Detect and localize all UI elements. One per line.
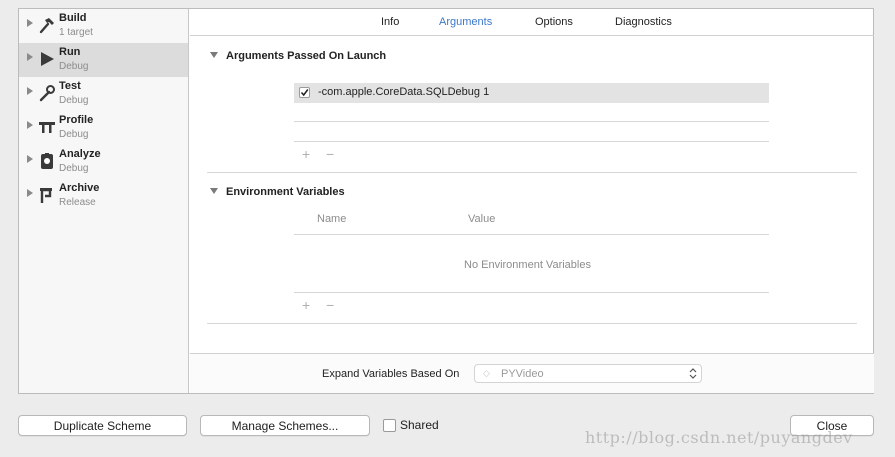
add-variable-button[interactable]: +: [302, 298, 310, 312]
tab-info[interactable]: Info: [381, 16, 399, 28]
sidebar-item-sublabel: Debug: [59, 95, 89, 106]
arguments-section-header[interactable]: Arguments Passed On Launch: [210, 50, 386, 62]
manage-schemes-button[interactable]: Manage Schemes...: [200, 415, 370, 436]
environment-section-title: Environment Variables: [226, 186, 345, 198]
sidebar-item-label: Profile: [59, 114, 94, 126]
sidebar-item-run[interactable]: Run Debug: [19, 43, 188, 77]
sidebar-item-analyze[interactable]: Analyze Debug: [19, 145, 188, 179]
sidebar-item-label: Build: [59, 12, 87, 24]
sidebar-item-sublabel: Debug: [59, 163, 89, 174]
argument-enabled-checkbox[interactable]: [299, 87, 310, 98]
checkmark-icon: [300, 89, 309, 97]
environment-section-header[interactable]: Environment Variables: [210, 186, 345, 198]
disclosure-triangle-icon[interactable]: [27, 87, 33, 95]
sidebar-item-test[interactable]: Test Debug: [19, 77, 188, 111]
sidebar-item-label: Run: [59, 46, 81, 58]
instruments-icon: [38, 116, 56, 138]
tab-options[interactable]: Options: [535, 16, 573, 28]
disclosure-triangle-icon[interactable]: [27, 121, 33, 129]
expand-variables-bar: Expand Variables Based On ◇ PYVideo: [190, 353, 874, 393]
divider: [294, 121, 769, 122]
target-icon: ◇: [483, 368, 490, 378]
scheme-actions-sidebar: Build 1 target Run Debug Test Debug Prof…: [19, 9, 189, 393]
column-header-name: Name: [317, 213, 347, 225]
play-icon: [38, 48, 56, 70]
tab-arguments[interactable]: Arguments: [439, 16, 492, 28]
expand-variables-popup[interactable]: ◇ PYVideo: [474, 364, 702, 383]
expand-variables-value: PYVideo: [501, 368, 544, 380]
disclosure-triangle-icon[interactable]: [210, 52, 218, 58]
sidebar-item-sublabel: 1 target: [59, 27, 93, 38]
disclosure-triangle-icon[interactable]: [27, 53, 33, 61]
disclosure-triangle-icon[interactable]: [27, 155, 33, 163]
disclosure-triangle-icon[interactable]: [210, 188, 218, 194]
scheme-detail-pane: Info Arguments Options Diagnostics Argum…: [190, 9, 874, 393]
disclosure-triangle-icon[interactable]: [27, 189, 33, 197]
divider: [294, 292, 769, 293]
sidebar-item-sublabel: Debug: [59, 129, 89, 140]
column-header-value: Value: [468, 213, 496, 225]
sidebar-item-sublabel: Release: [59, 197, 96, 208]
disclosure-triangle-icon[interactable]: [27, 19, 33, 27]
divider: [294, 141, 769, 142]
argument-value[interactable]: -com.apple.CoreData.SQLDebug 1: [318, 86, 489, 98]
sidebar-item-label: Archive: [59, 182, 100, 194]
archive-icon: [38, 184, 56, 206]
section-divider: [207, 323, 857, 324]
divider: [294, 234, 769, 235]
chevron-updown-icon: [689, 367, 697, 385]
watermark-text: http://blog.csdn.net/puyangdev: [585, 428, 853, 447]
analyze-icon: [38, 150, 56, 172]
scheme-editor-panel: Build 1 target Run Debug Test Debug Prof…: [18, 8, 874, 394]
sidebar-item-sublabel: Debug: [59, 61, 89, 72]
tab-diagnostics[interactable]: Diagnostics: [615, 16, 672, 28]
sidebar-item-build[interactable]: Build 1 target: [19, 9, 188, 43]
sidebar-item-profile[interactable]: Profile Debug: [19, 111, 188, 145]
arguments-section-title: Arguments Passed On Launch: [226, 50, 387, 62]
shared-label: Shared: [400, 418, 439, 432]
expand-variables-label: Expand Variables Based On: [322, 368, 460, 380]
sidebar-item-label: Analyze: [59, 148, 101, 160]
add-argument-button[interactable]: +: [302, 147, 310, 161]
sidebar-item-label: Test: [59, 80, 81, 92]
section-divider: [207, 172, 857, 173]
shared-checkbox[interactable]: [383, 419, 396, 432]
wrench-icon: [38, 82, 56, 104]
tab-bar: Info Arguments Options Diagnostics: [190, 9, 874, 36]
duplicate-scheme-button[interactable]: Duplicate Scheme: [18, 415, 187, 436]
empty-state-text: No Environment Variables: [464, 259, 591, 271]
remove-variable-button[interactable]: −: [326, 298, 334, 312]
hammer-icon: [38, 14, 56, 36]
sidebar-item-archive[interactable]: Archive Release: [19, 179, 188, 213]
remove-argument-button[interactable]: −: [326, 147, 334, 161]
argument-row[interactable]: -com.apple.CoreData.SQLDebug 1: [294, 83, 769, 103]
